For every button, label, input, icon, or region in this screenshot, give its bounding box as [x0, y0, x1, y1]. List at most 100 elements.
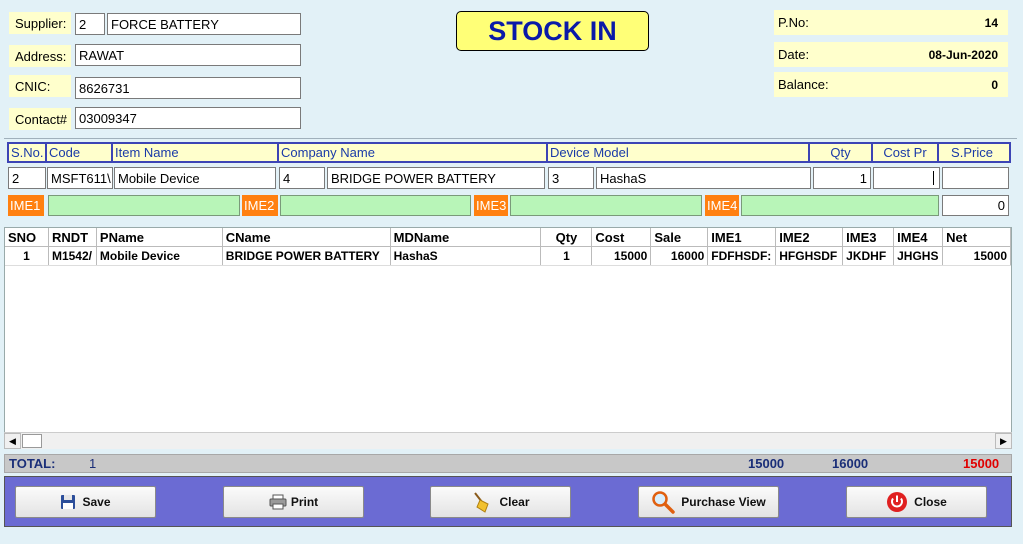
ime1-label: IME1: [8, 195, 44, 216]
grid-header-rndt[interactable]: RNDT: [49, 228, 97, 246]
pno-value: 14: [984, 15, 998, 30]
item-name-input[interactable]: Mobile Device: [114, 167, 276, 189]
model-name-input[interactable]: HashaS: [596, 167, 811, 189]
company-name-input[interactable]: BRIDGE POWER BATTERY: [327, 167, 545, 189]
close-button[interactable]: Close: [846, 486, 987, 518]
cell-ime1: FDFHSDF:: [708, 247, 777, 265]
total-label: TOTAL:: [9, 456, 56, 471]
scroll-left-icon[interactable]: ◀: [4, 433, 21, 449]
cost-input[interactable]: [873, 167, 940, 189]
ime1-input[interactable]: [48, 195, 240, 216]
pno-label: P.No:: [778, 15, 809, 30]
grid-header-cost[interactable]: Cost: [592, 228, 652, 246]
page-title: STOCK IN: [456, 11, 649, 51]
model-id-input[interactable]: 3: [548, 167, 594, 189]
ime4-label: IME4: [705, 195, 739, 216]
entry-header-qty: Qty: [810, 144, 873, 161]
divider: [4, 138, 1017, 139]
grid-header-ime4[interactable]: IME4: [894, 228, 944, 246]
grid-header-ime3[interactable]: IME3: [843, 228, 895, 246]
scroll-right-icon[interactable]: ▶: [995, 433, 1012, 449]
cell-ime2: HFGHSDF: [776, 247, 844, 265]
cell-net: 15000: [943, 247, 1012, 265]
ime2-input[interactable]: [280, 195, 471, 216]
grid-header-sno[interactable]: SNO: [5, 228, 49, 246]
supplier-label: Supplier:: [9, 12, 71, 34]
grid-header-ime2[interactable]: IME2: [776, 228, 844, 246]
code-input[interactable]: MSFT611\: [47, 167, 113, 189]
entry-header-device-model: Device Model: [548, 144, 810, 161]
cell-sno: 1: [5, 247, 49, 265]
grid-header-mdname[interactable]: MDName: [391, 228, 542, 246]
cell-pname: Mobile Device: [97, 247, 223, 265]
text-cursor: [933, 171, 934, 185]
cell-sale: 16000: [651, 247, 709, 265]
supplier-id-input[interactable]: 2: [75, 13, 105, 35]
cnic-label: CNIC:: [9, 75, 71, 97]
supplier-name-input[interactable]: FORCE BATTERY: [107, 13, 301, 35]
cnic-input[interactable]: 8626731: [75, 77, 301, 99]
qty-input[interactable]: 1: [813, 167, 871, 189]
ime3-input[interactable]: [510, 195, 702, 216]
pno-field: P.No: 14: [774, 10, 1008, 35]
ime4-input[interactable]: [741, 195, 939, 216]
entry-header-cost: Cost Pr: [873, 144, 939, 161]
cell-cost: 15000: [592, 247, 652, 265]
total-sale: 16000: [832, 456, 869, 471]
grid-header-pname[interactable]: PName: [97, 228, 223, 246]
date-field: Date: 08-Jun-2020: [774, 42, 1008, 67]
horizontal-scrollbar[interactable]: ◀ ▶: [4, 432, 1012, 449]
clear-label: Clear: [499, 495, 530, 509]
totals-bar: TOTAL: 1 15000 16000 15000: [4, 454, 1012, 473]
contact-label: Contact#: [9, 108, 71, 130]
cell-rndt: M1542/: [49, 247, 97, 265]
entry-header-item-name: Item Name: [113, 144, 279, 161]
broom-icon: [471, 491, 493, 513]
grid-header-net[interactable]: Net: [943, 228, 1012, 246]
save-label: Save: [82, 495, 111, 509]
contact-input[interactable]: 03009347: [75, 107, 301, 129]
entry-header-sprice: S.Price: [951, 145, 993, 160]
cell-cname: BRIDGE POWER BATTERY: [223, 247, 391, 265]
cell-ime4: JHGHS: [894, 247, 944, 265]
grid-header-sale[interactable]: Sale: [651, 228, 709, 246]
print-button[interactable]: Print: [223, 486, 364, 518]
entry-header-code: Code: [47, 144, 113, 161]
floppy-disk-icon: [60, 494, 76, 510]
cell-ime3: JKDHF: [843, 247, 895, 265]
scrollbar-thumb[interactable]: [22, 434, 42, 448]
magnifier-icon: [651, 490, 675, 514]
grid-header-qty[interactable]: Qty: [541, 228, 593, 246]
entry-header-sno: S.No.: [9, 144, 47, 161]
address-label: Address:: [9, 45, 71, 67]
printer-icon: [269, 494, 287, 510]
items-grid[interactable]: SNO RNDT PName CName MDName Qty Cost Sal…: [4, 227, 1012, 449]
balance-field: Balance: 0: [774, 72, 1008, 97]
date-value: 08-Jun-2020: [928, 47, 998, 62]
ime-total-input[interactable]: 0: [942, 195, 1009, 216]
sno-input[interactable]: 2: [8, 167, 46, 189]
action-bar: Save Print Clear Purchase View Close: [4, 476, 1012, 527]
purchase-view-label: Purchase View: [681, 495, 766, 509]
entry-header-company-name: Company Name: [279, 144, 548, 161]
grid-header-ime1[interactable]: IME1: [708, 228, 777, 246]
date-label: Date:: [778, 47, 810, 62]
grid-header-row: SNO RNDT PName CName MDName Qty Cost Sal…: [5, 228, 1012, 247]
table-row[interactable]: 1 M1542/ Mobile Device BRIDGE POWER BATT…: [5, 247, 1012, 266]
print-label: Print: [290, 495, 319, 509]
grid-header-cname[interactable]: CName: [223, 228, 391, 246]
cell-qty: 1: [541, 247, 593, 265]
address-input[interactable]: RAWAT: [75, 44, 301, 66]
power-icon: [886, 491, 908, 513]
save-button[interactable]: Save: [15, 486, 156, 518]
ime3-label: IME3: [474, 195, 508, 216]
balance-value: 0: [991, 77, 998, 92]
sprice-input[interactable]: [942, 167, 1009, 189]
company-id-input[interactable]: 4: [279, 167, 325, 189]
purchase-view-button[interactable]: Purchase View: [638, 486, 779, 518]
close-label: Close: [914, 495, 947, 509]
total-cost: 15000: [748, 456, 785, 471]
clear-button[interactable]: Clear: [430, 486, 571, 518]
balance-label: Balance:: [778, 77, 829, 92]
ime2-label: IME2: [242, 195, 278, 216]
